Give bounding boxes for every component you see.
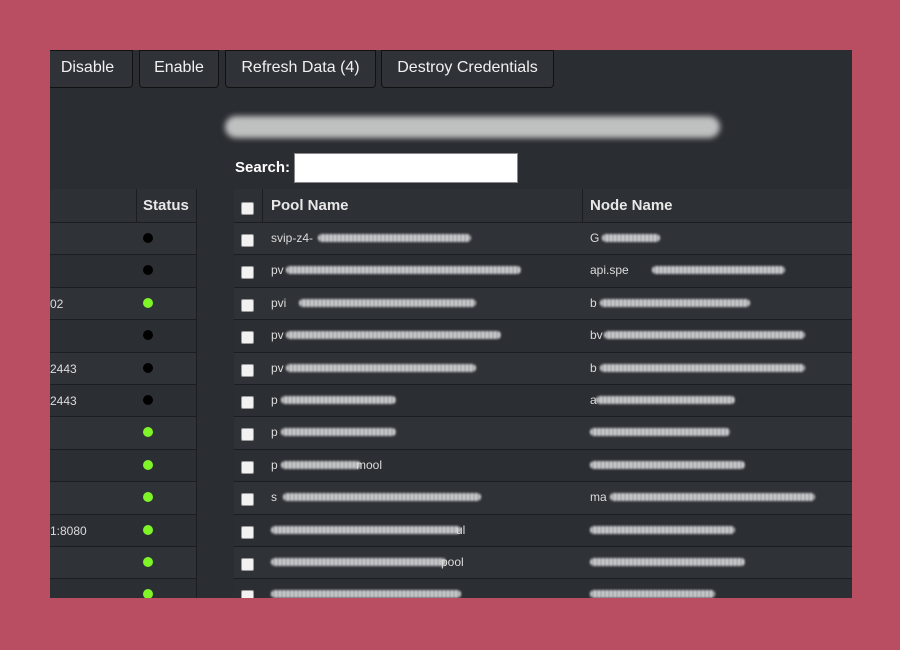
- row-checkbox[interactable]: [241, 331, 254, 345]
- status-dot-icon: [143, 524, 153, 535]
- table-row[interactable]: [50, 482, 196, 514]
- redacted-text: [281, 396, 396, 404]
- table-row[interactable]: [50, 287, 196, 320]
- address-cell: 2443: [50, 361, 77, 376]
- row-checkbox[interactable]: [241, 234, 254, 247]
- redacted-text: [604, 331, 805, 340]
- redacted-text: [286, 266, 521, 275]
- left-header-cell: [50, 189, 136, 222]
- disable-button[interactable]: Disable: [50, 50, 133, 88]
- status-dot-icon: [143, 589, 153, 598]
- pool-name-suffix: ul: [456, 522, 466, 537]
- search-label: Search:: [235, 159, 291, 176]
- redacted-text: [590, 558, 745, 566]
- address-cell: 2443: [50, 394, 77, 408]
- node-name-cell: ma: [590, 490, 607, 505]
- address-cell: 1:8080: [50, 523, 87, 538]
- redacted-title: [225, 116, 720, 138]
- redacted-text: [299, 298, 476, 307]
- redacted-text: [652, 266, 785, 275]
- redacted-text: [596, 396, 735, 404]
- redacted-text: [590, 428, 730, 437]
- pool-name-cell: pv: [271, 328, 284, 343]
- redacted-text: [318, 234, 471, 242]
- table-row[interactable]: [50, 223, 196, 255]
- row-checkbox[interactable]: [241, 363, 254, 377]
- redacted-text: [271, 525, 461, 534]
- table-row[interactable]: [50, 320, 196, 352]
- row-checkbox[interactable]: [241, 266, 254, 280]
- status-dot-icon: [143, 557, 153, 567]
- row-checkbox[interactable]: [241, 558, 254, 571]
- redacted-text: [600, 363, 805, 372]
- pool-name-cell: pvi: [271, 295, 287, 310]
- redacted-text: [271, 590, 461, 598]
- redacted-text: [600, 298, 750, 307]
- table-row[interactable]: [50, 579, 196, 598]
- status-column-header[interactable]: Status: [143, 197, 189, 214]
- select-all-checkbox[interactable]: [241, 202, 254, 215]
- node-name-cell: G: [590, 231, 600, 245]
- row-checkbox[interactable]: [241, 428, 254, 442]
- pool-name-column-header[interactable]: Pool Name: [271, 197, 349, 214]
- redacted-text: [610, 493, 815, 502]
- table-row[interactable]: [50, 417, 196, 449]
- pool-name-cell: p: [271, 425, 278, 440]
- table-row[interactable]: [50, 449, 196, 482]
- node-name-cell: bv: [590, 328, 603, 343]
- node-name-cell: b: [590, 360, 597, 375]
- redacted-text: [283, 493, 481, 502]
- node-name-column-header[interactable]: Node Name: [590, 197, 673, 214]
- toolbar: Disable Enable Refresh Data (4) Destroy …: [50, 50, 852, 88]
- status-dot-icon: [143, 297, 153, 308]
- status-dot-icon: [143, 233, 153, 243]
- node-name-cell: api.spe: [590, 263, 629, 278]
- row-checkbox[interactable]: [241, 590, 254, 598]
- pool-name-cell: p: [271, 457, 278, 472]
- redacted-text: [590, 460, 745, 469]
- redacted-text: [281, 460, 361, 469]
- address-cell: 02: [50, 296, 64, 311]
- table-row[interactable]: [50, 255, 196, 287]
- pool-name-cell: p: [271, 393, 278, 407]
- row-checkbox[interactable]: [241, 298, 254, 312]
- redacted-text: [590, 590, 715, 598]
- row-checkbox[interactable]: [241, 396, 254, 409]
- status-dot-icon: [143, 395, 153, 405]
- pool-name-cell: pv: [271, 360, 284, 375]
- refresh-data-button[interactable]: Refresh Data (4): [225, 50, 376, 88]
- pool-name-suffix: mool: [356, 457, 383, 472]
- load-balancer-panel: Disable Enable Refresh Data (4) Destroy …: [50, 50, 852, 598]
- status-dot-icon: [143, 362, 153, 373]
- pool-name-suffix: pool: [441, 555, 464, 569]
- row-checkbox[interactable]: [241, 525, 254, 539]
- redacted-text: [271, 558, 446, 566]
- node-name-cell: b: [590, 295, 597, 310]
- row-checkbox[interactable]: [241, 493, 254, 507]
- pool-name-cell: pv: [271, 263, 284, 278]
- destroy-credentials-button[interactable]: Destroy Credentials: [381, 50, 554, 88]
- redacted-text: [286, 331, 501, 340]
- redacted-text: [286, 363, 476, 372]
- redacted-text: [281, 428, 396, 437]
- redacted-text: [602, 234, 660, 242]
- search-input[interactable]: [294, 153, 518, 183]
- status-dot-icon: [143, 459, 153, 470]
- pool-name-cell: s: [271, 490, 277, 505]
- table-row[interactable]: [50, 547, 196, 579]
- pool-name-cell: svip-z4-: [271, 231, 314, 245]
- row-checkbox[interactable]: [241, 460, 254, 474]
- enable-button[interactable]: Enable: [139, 50, 219, 88]
- redacted-text: [590, 525, 735, 534]
- column-divider: [196, 189, 197, 598]
